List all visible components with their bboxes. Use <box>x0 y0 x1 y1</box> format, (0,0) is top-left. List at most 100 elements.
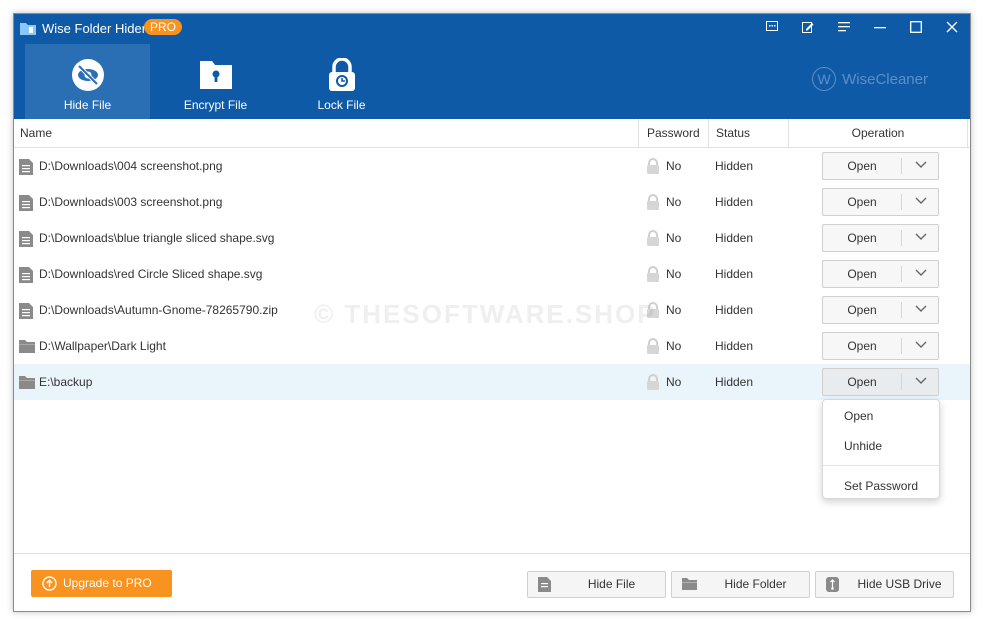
menu-icon[interactable] <box>826 14 862 40</box>
password-lock-icon <box>647 158 659 174</box>
password-value: No <box>666 267 682 281</box>
open-split-button[interactable]: Open <box>822 332 939 360</box>
chevron-down-icon[interactable] <box>915 233 927 241</box>
column-header-name[interactable]: Name <box>20 119 52 147</box>
table-row[interactable]: D:\Downloads\red Circle Sliced shape.svg… <box>14 256 970 292</box>
open-button-label[interactable]: Open <box>823 189 901 215</box>
open-button-label[interactable]: Open <box>823 297 901 323</box>
chevron-down-icon[interactable] <box>915 377 927 385</box>
password-value: No <box>666 195 682 209</box>
table-row-selected[interactable]: E:\backup No Hidden Open <box>14 364 970 400</box>
hide-file-label: Hide File <box>587 577 636 591</box>
open-button-label[interactable]: Open <box>823 333 901 359</box>
open-split-button[interactable]: Open <box>822 368 939 396</box>
button-divider <box>901 158 902 174</box>
hide-folder-button[interactable]: Hide Folder <box>671 571 810 598</box>
chevron-down-icon[interactable] <box>915 269 927 277</box>
edit-icon[interactable] <box>790 14 826 40</box>
file-icon <box>19 159 33 175</box>
file-icon <box>19 303 33 319</box>
status-value: Hidden <box>715 267 754 281</box>
hide-usb-label: Hide USB Drive <box>857 577 942 591</box>
password-lock-icon <box>647 302 659 318</box>
password-lock-icon <box>647 230 659 246</box>
open-split-button[interactable]: Open <box>822 296 939 324</box>
column-header-status[interactable]: Status <box>708 119 788 147</box>
menu-item-unhide[interactable]: Unhide <box>844 439 882 453</box>
tab-encrypt-file[interactable]: Encrypt File <box>153 44 278 119</box>
brand-name: WiseCleaner <box>842 70 928 88</box>
file-path: D:\Downloads\Autumn-Gnome-78265790.zip <box>39 303 278 317</box>
hide-folder-label: Hide Folder <box>724 577 787 591</box>
chevron-down-icon[interactable] <box>915 341 927 349</box>
open-button-label[interactable]: Open <box>823 225 901 251</box>
app-window: Wise Folder Hider PRO Hide File Encrypt … <box>13 13 971 612</box>
feedback-icon[interactable] <box>754 14 790 40</box>
open-split-button[interactable]: Open <box>822 260 939 288</box>
chevron-down-icon[interactable] <box>915 305 927 313</box>
folder-keyhole-icon <box>199 61 232 89</box>
app-folder-icon <box>20 23 36 35</box>
minimize-icon[interactable] <box>862 14 898 40</box>
table-row[interactable]: D:\Wallpaper\Dark Light No Hidden Open <box>14 328 970 364</box>
brand-logo: W WiseCleaner <box>812 67 928 91</box>
password-lock-icon <box>647 266 659 282</box>
open-button-label[interactable]: Open <box>823 153 901 179</box>
menu-item-open[interactable]: Open <box>844 409 873 423</box>
menu-item-set-password[interactable]: Set Password <box>844 479 918 493</box>
status-value: Hidden <box>715 195 754 209</box>
arrow-up-circle-icon <box>42 576 57 591</box>
folder-icon <box>19 340 35 353</box>
status-value: Hidden <box>715 339 754 353</box>
folder-path: D:\Wallpaper\Dark Light <box>39 339 166 353</box>
upgrade-pro-button[interactable]: Upgrade to PRO <box>31 570 172 597</box>
password-value: No <box>666 231 682 245</box>
folder-icon <box>19 376 35 389</box>
column-header-password[interactable]: Password <box>638 119 708 147</box>
open-button-label[interactable]: Open <box>823 369 901 395</box>
tab-lock-file[interactable]: Lock File <box>279 44 404 119</box>
button-divider <box>901 302 902 318</box>
tab-label: Encrypt File <box>183 98 248 112</box>
chevron-down-icon[interactable] <box>915 161 927 169</box>
pro-badge: PRO <box>144 19 183 35</box>
column-header-operation: Operation <box>788 119 968 147</box>
open-button-label[interactable]: Open <box>823 261 901 287</box>
usb-drive-icon <box>826 577 839 592</box>
password-value: No <box>666 159 682 173</box>
table-row[interactable]: D:\Downloads\blue triangle sliced shape.… <box>14 220 970 256</box>
tab-hide-file[interactable]: Hide File <box>25 44 150 119</box>
open-split-button[interactable]: Open <box>822 188 939 216</box>
button-divider <box>901 194 902 210</box>
menu-separator <box>823 465 939 466</box>
chevron-down-icon[interactable] <box>915 197 927 205</box>
file-path: D:\Downloads\blue triangle sliced shape.… <box>39 231 275 245</box>
footer-bar: Upgrade to PRO Hide File Hide Folder Hid… <box>14 553 970 611</box>
title-bar-controls <box>754 14 970 40</box>
table-row[interactable]: D:\Downloads\Autumn-Gnome-78265790.zip N… <box>14 292 970 328</box>
password-value: No <box>666 303 682 317</box>
operation-dropdown-menu: Open Unhide Set Password <box>822 399 940 499</box>
maximize-icon[interactable] <box>898 14 934 40</box>
open-split-button[interactable]: Open <box>822 152 939 180</box>
file-path: D:\Downloads\003 screenshot.png <box>39 195 223 209</box>
password-lock-icon <box>647 374 659 390</box>
tab-label: Hide File <box>63 98 112 112</box>
open-split-button[interactable]: Open <box>822 224 939 252</box>
password-lock-icon <box>647 338 659 354</box>
close-icon[interactable] <box>934 14 970 40</box>
table-row[interactable]: D:\Downloads\004 screenshot.png No Hidde… <box>14 148 970 184</box>
status-value: Hidden <box>715 159 754 173</box>
hide-usb-drive-button[interactable]: Hide USB Drive <box>815 571 954 598</box>
table-row[interactable]: D:\Downloads\003 screenshot.png No Hidde… <box>14 184 970 220</box>
file-icon <box>19 195 33 211</box>
title-bar: Wise Folder Hider PRO <box>14 14 970 42</box>
password-lock-icon <box>647 194 659 210</box>
hide-file-button[interactable]: Hide File <box>527 571 666 598</box>
app-title: Wise Folder Hider <box>42 21 147 36</box>
status-value: Hidden <box>715 231 754 245</box>
file-icon <box>19 231 33 247</box>
status-value: Hidden <box>715 375 754 389</box>
button-divider <box>901 230 902 246</box>
file-icon <box>19 267 33 283</box>
